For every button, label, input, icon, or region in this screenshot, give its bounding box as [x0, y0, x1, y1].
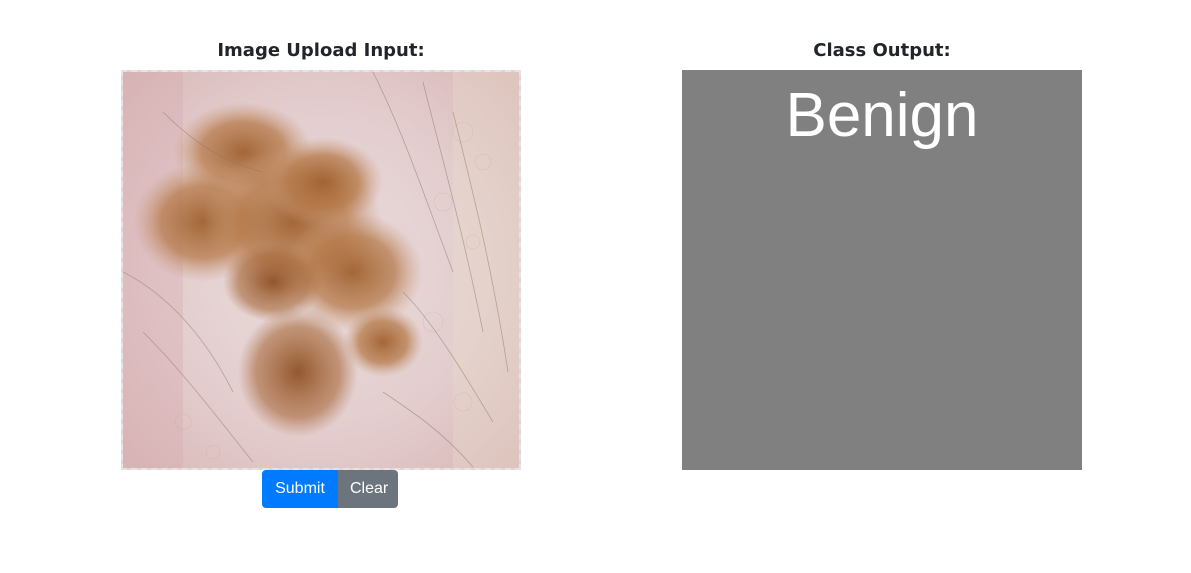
clear-button[interactable]: Clear: [338, 470, 398, 508]
class-output-heading: Class Output:: [813, 40, 951, 61]
uploaded-skin-lesion-image: [123, 72, 519, 468]
submit-button[interactable]: Submit: [262, 470, 338, 508]
action-button-group: Submit Clear: [262, 470, 398, 508]
image-upload-heading: Image Upload Input:: [217, 40, 425, 61]
class-output-panel: Benign: [682, 70, 1082, 470]
image-upload-dropzone[interactable]: [121, 70, 521, 470]
predicted-class-label: Benign: [785, 81, 979, 150]
